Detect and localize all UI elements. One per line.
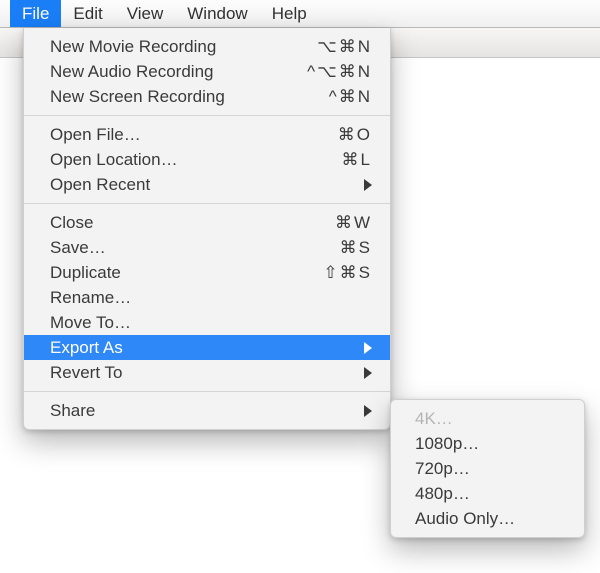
menu-item-rename[interactable]: Rename… xyxy=(24,285,390,310)
submenu-item-label: Audio Only… xyxy=(415,509,515,529)
submenu-item-label: 480p… xyxy=(415,484,470,504)
menu-item-label: Rename… xyxy=(50,288,131,308)
export-as-submenu: 4K… 1080p… 720p… 480p… Audio Only… xyxy=(390,399,585,538)
submenu-arrow-icon xyxy=(364,405,372,417)
submenu-item-label: 4K… xyxy=(415,409,453,429)
menubar-item-view[interactable]: View xyxy=(115,0,176,27)
submenu-item-720p[interactable]: 720p… xyxy=(391,456,584,481)
menu-item-label: Open Recent xyxy=(50,175,150,195)
menu-item-label: Open File… xyxy=(50,125,141,145)
menu-item-shortcut: ⌥⌘N xyxy=(317,37,372,57)
menu-item-shortcut: ⌘W xyxy=(335,213,372,233)
menu-item-shortcut: ⌘O xyxy=(338,125,372,145)
menu-separator xyxy=(24,203,390,204)
submenu-item-480p[interactable]: 480p… xyxy=(391,481,584,506)
menu-item-close[interactable]: Close ⌘W xyxy=(24,210,390,235)
menu-item-shortcut: ⌘S xyxy=(340,238,372,258)
menu-item-label: Revert To xyxy=(50,363,122,383)
menu-item-export-as[interactable]: Export As xyxy=(24,335,390,360)
submenu-arrow-icon xyxy=(364,179,372,191)
menu-separator xyxy=(24,115,390,116)
menu-item-duplicate[interactable]: Duplicate ⇧⌘S xyxy=(24,260,390,285)
menu-item-label: Export As xyxy=(50,338,123,358)
menubar: File Edit View Window Help xyxy=(0,0,600,28)
submenu-arrow-icon xyxy=(364,367,372,379)
menu-item-label: Close xyxy=(50,213,93,233)
menu-item-label: Save… xyxy=(50,238,106,258)
menu-item-share[interactable]: Share xyxy=(24,398,390,423)
menu-item-label: New Audio Recording xyxy=(50,62,213,82)
menu-item-label: New Movie Recording xyxy=(50,37,216,57)
menubar-item-window[interactable]: Window xyxy=(175,0,259,27)
menu-item-open-file[interactable]: Open File… ⌘O xyxy=(24,122,390,147)
menu-item-label: Share xyxy=(50,401,95,421)
menu-item-new-audio-recording[interactable]: New Audio Recording ^⌥⌘N xyxy=(24,59,390,84)
submenu-item-label: 1080p… xyxy=(415,434,479,454)
submenu-item-audio-only[interactable]: Audio Only… xyxy=(391,506,584,531)
menu-item-label: Open Location… xyxy=(50,150,178,170)
menubar-item-help[interactable]: Help xyxy=(260,0,319,27)
submenu-item-1080p[interactable]: 1080p… xyxy=(391,431,584,456)
menu-item-move-to[interactable]: Move To… xyxy=(24,310,390,335)
menu-item-open-recent[interactable]: Open Recent xyxy=(24,172,390,197)
menu-item-new-screen-recording[interactable]: New Screen Recording ^⌘N xyxy=(24,84,390,109)
menu-item-shortcut: ⇧⌘S xyxy=(323,263,372,283)
menubar-item-edit[interactable]: Edit xyxy=(61,0,114,27)
menu-separator xyxy=(24,391,390,392)
menu-item-label: Move To… xyxy=(50,313,131,333)
menu-item-new-movie-recording[interactable]: New Movie Recording ⌥⌘N xyxy=(24,34,390,59)
menu-item-save[interactable]: Save… ⌘S xyxy=(24,235,390,260)
menu-item-label: New Screen Recording xyxy=(50,87,225,107)
menu-item-open-location[interactable]: Open Location… ⌘L xyxy=(24,147,390,172)
file-menu-dropdown: New Movie Recording ⌥⌘N New Audio Record… xyxy=(23,28,391,430)
menu-item-revert-to[interactable]: Revert To xyxy=(24,360,390,385)
menu-item-shortcut: ⌘L xyxy=(342,150,372,170)
menu-item-label: Duplicate xyxy=(50,263,121,283)
menu-item-shortcut: ^⌥⌘N xyxy=(307,62,372,82)
menubar-item-file[interactable]: File xyxy=(10,0,61,27)
submenu-item-4k: 4K… xyxy=(391,406,584,431)
submenu-item-label: 720p… xyxy=(415,459,470,479)
menu-item-shortcut: ^⌘N xyxy=(329,87,372,107)
submenu-arrow-icon xyxy=(364,342,372,354)
